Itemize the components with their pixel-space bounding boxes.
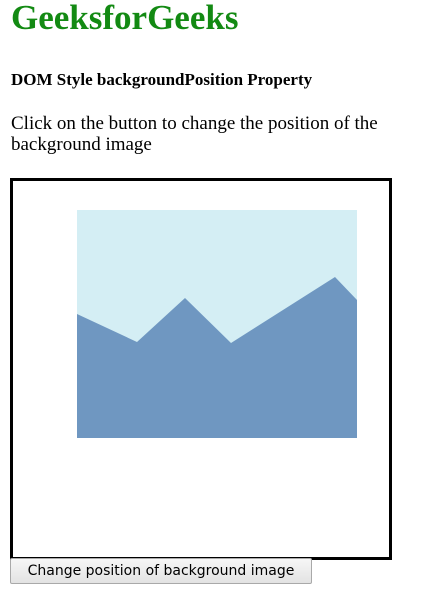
- instructions-text: Click on the button to change the positi…: [11, 113, 378, 155]
- background-image-container: [10, 178, 392, 560]
- change-position-button[interactable]: Change position of background image: [10, 558, 312, 584]
- site-title: GeeksforGeeks: [11, 0, 239, 37]
- landscape-image-icon: [77, 210, 357, 438]
- page-subtitle: DOM Style backgroundPosition Property: [11, 70, 313, 89]
